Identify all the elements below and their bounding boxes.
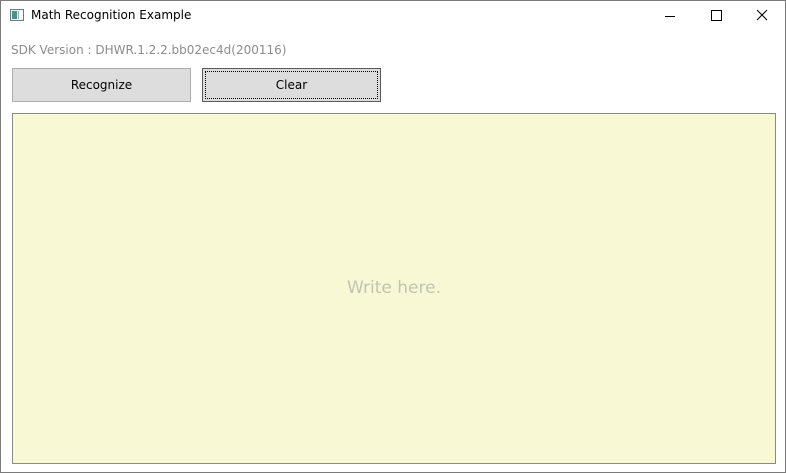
clear-button[interactable]: Clear [202,68,381,102]
clear-button-label: Clear [275,78,308,92]
app-window-icon [10,9,24,21]
maximize-icon [711,10,722,21]
sdk-version-label: SDK Version : DHWR.1.2.2.bb02ec4d(200116… [11,43,287,57]
window-title: Math Recognition Example [31,8,192,22]
main-window: Math Recognition Example SDK Version : D… [0,0,786,473]
ink-canvas[interactable]: Write here. [12,113,776,464]
minimize-icon [665,16,675,17]
canvas-placeholder: Write here. [347,278,441,298]
maximize-button[interactable] [693,1,739,31]
title-bar[interactable]: Math Recognition Example [1,1,785,31]
minimize-button[interactable] [647,1,693,31]
close-button[interactable] [739,1,785,31]
recognize-button[interactable]: Recognize [12,68,191,102]
close-icon [756,9,768,21]
